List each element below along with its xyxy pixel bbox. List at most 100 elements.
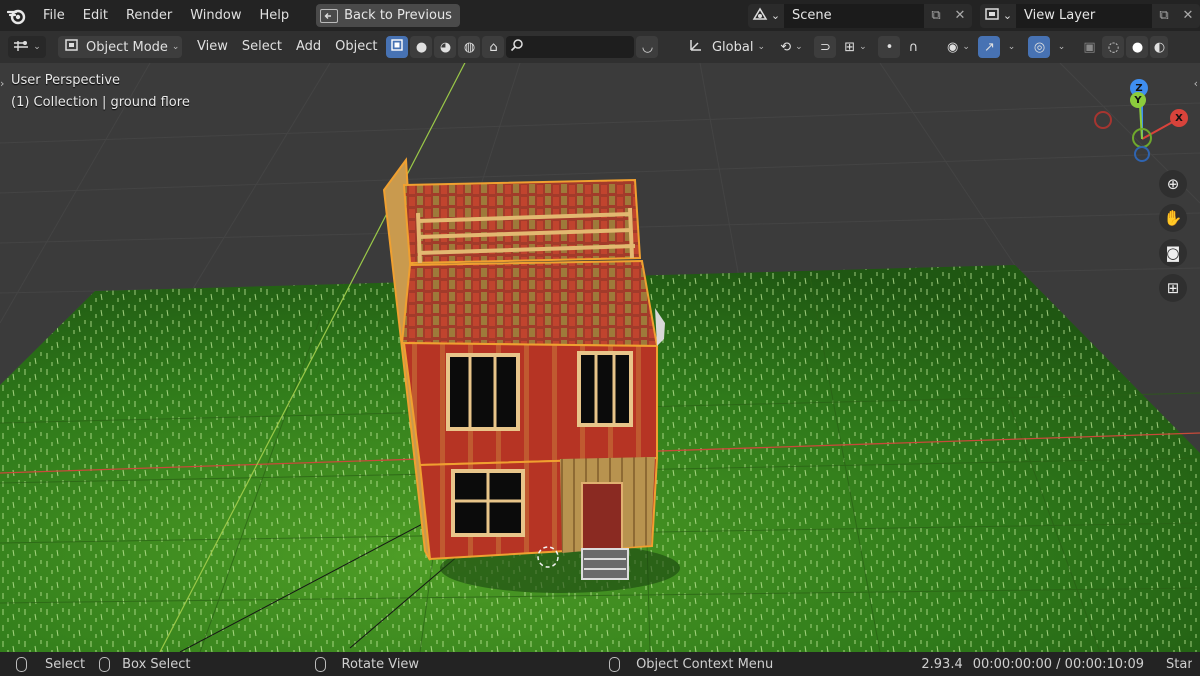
menu-render[interactable]: Render	[117, 4, 181, 28]
chevron-down-icon: ⌄	[962, 42, 970, 52]
menu-object[interactable]: Object	[328, 36, 384, 58]
mouse-middle-icon	[99, 656, 111, 672]
menu-help[interactable]: Help	[251, 4, 299, 28]
new-view-layer-button[interactable]: ⧉	[1152, 3, 1176, 28]
camera-view-button[interactable]: ◙	[1159, 239, 1187, 267]
select-box-tool-button[interactable]	[386, 36, 409, 58]
scene-icon	[752, 7, 768, 24]
gizmo-x-axis[interactable]: X	[1170, 109, 1188, 127]
mouse-middle-icon	[314, 656, 326, 672]
gizmo-dropdown[interactable]: ⌄	[1002, 36, 1020, 58]
gizmo-neg-z-axis[interactable]	[1134, 146, 1150, 162]
zoom-icon: ⊕	[1166, 175, 1180, 193]
viewport-scene	[0, 63, 1200, 652]
pan-button[interactable]: ✋	[1159, 204, 1187, 232]
house-object[interactable]	[382, 157, 665, 580]
toolbar-expand-arrow-icon[interactable]: ›	[0, 77, 4, 90]
falloff-button[interactable]: ∩	[902, 36, 924, 58]
overlays-dropdown[interactable]: ⌄	[1052, 36, 1070, 58]
wireframe-shading-button[interactable]: ◌	[1102, 36, 1125, 58]
delete-view-layer-button[interactable]: ✕	[1176, 3, 1200, 28]
shading-sphere-button[interactable]: ●	[410, 36, 433, 58]
pivot-icon: ⟲	[780, 39, 792, 55]
sphere-icon: ●	[415, 39, 428, 55]
search-filter-button[interactable]: ◡	[636, 36, 659, 58]
snap-toggle-button[interactable]: ⊃	[814, 36, 837, 58]
select-box-icon	[390, 38, 404, 56]
visibility-dropdown[interactable]: ◉ ⌄	[940, 36, 976, 58]
back-to-previous-button[interactable]: Back to Previous	[316, 4, 460, 27]
status-rotate-view-label: Rotate View	[341, 656, 420, 672]
view-layer-browse-button[interactable]: ⌄	[980, 3, 1016, 28]
chevron-down-icon: ⌄	[1002, 9, 1013, 22]
gizmo-toggle-button[interactable]: ↗	[978, 36, 1001, 58]
object-mode-label: Object Mode	[86, 39, 168, 55]
menu-add[interactable]: Add	[289, 36, 328, 58]
chevron-down-icon: ⌄	[33, 42, 41, 52]
blender-logo-icon[interactable]	[0, 0, 34, 31]
status-select-label: Select	[45, 656, 86, 672]
gizmo-neg-x-axis[interactable]	[1094, 111, 1112, 129]
chevron-down-icon: ⌄	[795, 42, 803, 52]
pivot-point-dropdown[interactable]: ⟲ ⌄	[774, 36, 808, 58]
upper-window-left	[446, 353, 520, 431]
camera-icon: ◙	[1165, 244, 1181, 262]
duplicate-icon: ⧉	[1159, 8, 1169, 23]
delete-scene-button[interactable]: ✕	[948, 3, 972, 28]
xray-icon: ▣	[1083, 39, 1096, 55]
hand-icon: ✋	[1163, 209, 1183, 227]
status-select: Select	[16, 656, 86, 672]
zoom-button[interactable]: ⊕	[1159, 170, 1187, 198]
menu-edit[interactable]: Edit	[74, 4, 117, 28]
material-shading-button[interactable]: ◐	[1150, 36, 1169, 58]
transform-orientation-dropdown[interactable]: Global ⌄	[680, 36, 772, 58]
status-box-select: Box Select	[99, 656, 191, 672]
close-icon: ✕	[1182, 8, 1194, 23]
front-door	[581, 482, 623, 550]
status-version: 2.93.4 00:00:00:00 / 00:00:10:09 Star	[921, 657, 1192, 672]
proportional-edit-button[interactable]: •	[878, 36, 901, 58]
material-preview-button[interactable]: ◕	[434, 36, 457, 58]
overlay-tool-button[interactable]: ⌂	[482, 36, 505, 58]
overlays-toggle-button[interactable]: ◎	[1028, 36, 1051, 58]
view-layer-name-field[interactable]: View Layer	[1016, 3, 1152, 28]
object-mode-icon	[64, 38, 80, 56]
snap-target-dropdown[interactable]: ⊞ ⌄	[838, 36, 872, 58]
front-steps	[581, 548, 629, 580]
status-trailing-text: Star	[1166, 656, 1192, 672]
sidebar-expand-arrow-icon[interactable]: ‹	[1194, 77, 1198, 90]
active-collection-label: (1) Collection | ground flore	[11, 95, 190, 110]
menu-window[interactable]: Window	[181, 4, 250, 28]
globe-icon: ◍	[463, 39, 476, 55]
grid-icon: ⊞	[1166, 279, 1180, 297]
chevron-down-icon: ⌄	[171, 42, 180, 52]
duplicate-icon: ⧉	[931, 8, 941, 23]
search-input[interactable]	[506, 36, 635, 58]
scene-browse-button[interactable]: ⌄	[748, 3, 784, 28]
editor-type-button[interactable]: ⌄	[8, 36, 46, 58]
new-scene-button[interactable]: ⧉	[924, 3, 948, 28]
scene-name-field[interactable]: Scene	[784, 3, 924, 28]
top-right-fields: ⌄ Scene ⧉ ✕ ⌄ View Layer ⧉ ✕	[748, 0, 1200, 31]
search-icon	[510, 38, 524, 56]
menu-file[interactable]: File	[34, 4, 74, 28]
menu-select[interactable]: Select	[235, 36, 289, 58]
3d-viewport[interactable]: User Perspective (1) Collection | ground…	[0, 63, 1200, 652]
building-icon: ⌂	[489, 39, 498, 55]
chevron-down-icon: ⌄	[1007, 42, 1016, 52]
status-context-menu-label: Object Context Menu	[636, 656, 774, 672]
gizmo-neg-y-axis[interactable]	[1132, 128, 1152, 148]
menu-view[interactable]: View	[190, 36, 235, 58]
solid-shading-button[interactable]: ●	[1126, 36, 1149, 58]
object-mode-dropdown[interactable]: Object Mode ⌄	[58, 36, 182, 58]
view-layer-icon	[984, 7, 1000, 24]
eye-icon: ◉	[947, 39, 959, 55]
gizmo-y-axis[interactable]: Y	[1130, 92, 1146, 108]
ortho-toggle-button[interactable]: ⊞	[1159, 274, 1187, 302]
navigation-gizmo[interactable]: Z Y X	[1090, 75, 1190, 165]
world-button[interactable]: ◍	[458, 36, 481, 58]
material-icon: ◕	[439, 39, 452, 55]
xray-toggle-button[interactable]: ▣	[1078, 36, 1100, 58]
chevron-down-icon: ⌄	[757, 42, 765, 52]
falloff-curve-icon: ∩	[908, 39, 919, 55]
